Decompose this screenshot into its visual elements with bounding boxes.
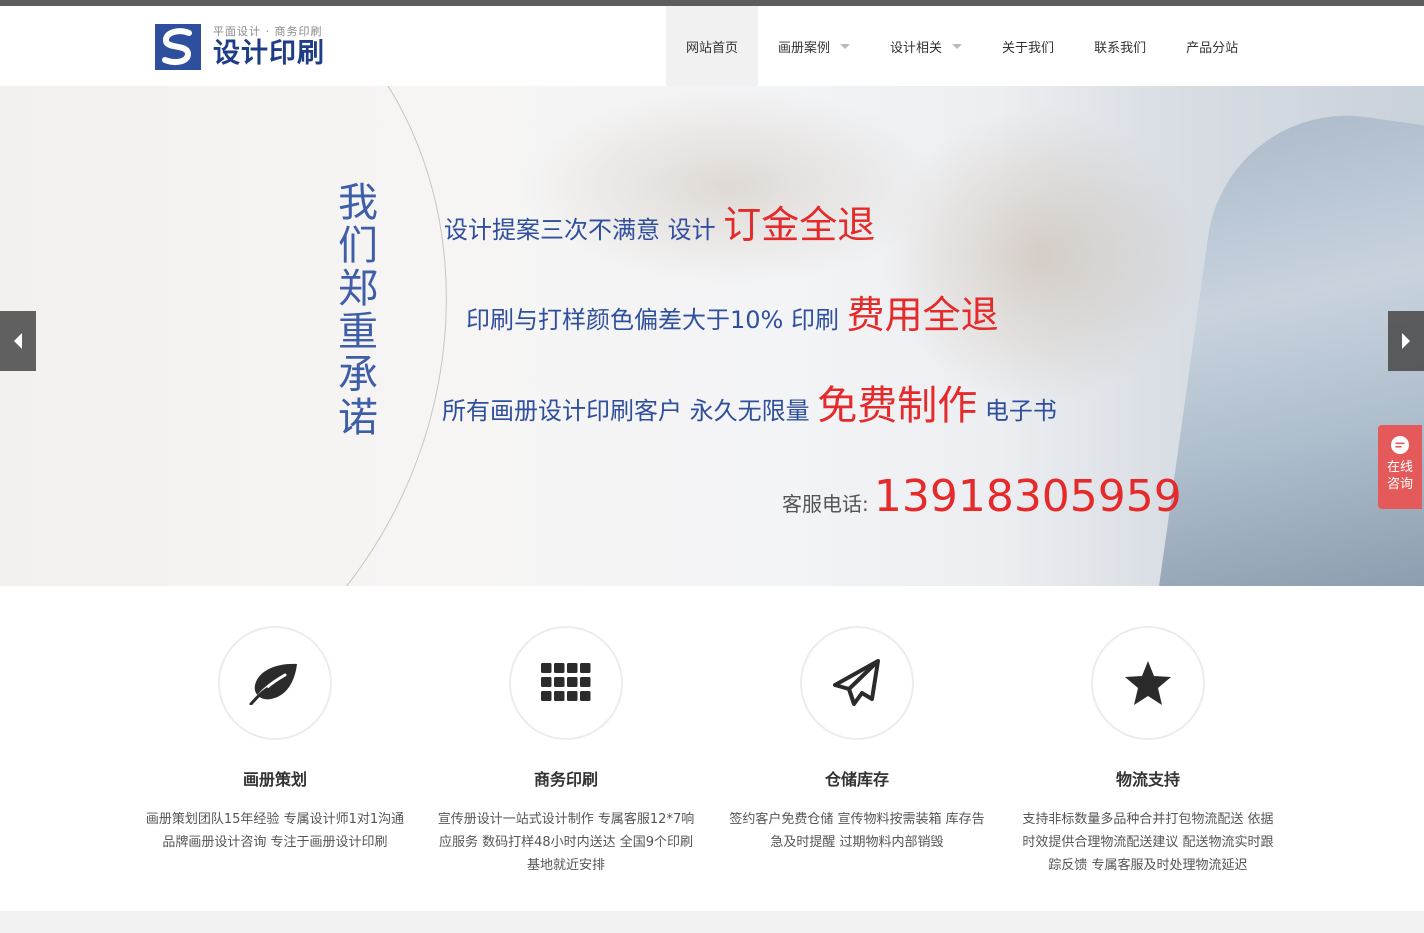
feature-title: 画册策划 (242, 770, 307, 789)
footer-strip (0, 911, 1424, 933)
promise-line-1: 设计提案三次不满意 设计 订金全退 (444, 194, 875, 249)
promise-highlight: 订金全退 (723, 203, 876, 247)
nav-item-contact[interactable]: 联系我们 (1074, 6, 1166, 86)
banner-prev-button[interactable] (0, 311, 36, 371)
banner-vertical-title: 我们郑重承诺 (338, 180, 378, 441)
nav-item-label: 联系我们 (1094, 40, 1147, 56)
chat-bubble-icon (1391, 436, 1409, 454)
grid-icon (541, 663, 591, 701)
banner-background-blur (880, 106, 1200, 406)
feature-icon-circle[interactable] (1091, 626, 1205, 740)
features-section: 画册策划 画册策划团队15年经验 专属设计师1对1沟通 品牌画册设计咨询 专注于… (0, 586, 1424, 911)
feature-card: 物流支持 支持非标数量多品种合并打包物流配送 依据时效提供合理物流配送建议 配送… (1013, 626, 1283, 877)
hotline-number[interactable]: 13918305959 (874, 471, 1182, 522)
paper-plane-icon (833, 659, 880, 706)
feature-description: 宣传册设计一站式设计制作 专属客服12*7响应服务 数码打样48小时内送达 全国… (437, 812, 695, 873)
feature-card: 仓储库存 签约客户免费仓储 宣传物料按需装箱 库存告急及时提醒 过期物料内部销毁 (722, 626, 992, 854)
hero-banner: 我们郑重承诺 设计提案三次不满意 设计 订金全退 印刷与打样颜色偏差大于10% … (0, 86, 1424, 586)
feature-title: 仓储库存 (824, 770, 889, 789)
feature-icon-circle[interactable] (509, 626, 623, 740)
feature-title: 物流支持 (1115, 770, 1180, 789)
logo-mark-icon (155, 24, 201, 70)
promise-highlight: 免费制作 (817, 383, 978, 429)
nav-item-label: 网站首页 (686, 40, 739, 56)
online-consult-button[interactable]: 在线咨询 (1378, 425, 1422, 509)
feature-icon-circle[interactable] (218, 626, 332, 740)
feature-card: 商务印刷 宣传册设计一站式设计制作 专属客服12*7响应服务 数码打样48小时内… (431, 626, 701, 877)
chevron-down-icon (952, 43, 963, 49)
promise-line-3: 所有画册设计印刷客户 永久无限量 免费制作 电子书 (442, 373, 1057, 431)
banner-next-button[interactable] (1388, 311, 1424, 371)
chevron-right-icon (1402, 333, 1410, 349)
logo-subtitle: 平面设计 · 商务印刷 (213, 24, 323, 38)
promise-text: 设计提案三次不满意 设计 (444, 216, 724, 244)
nav-item-branches[interactable]: 产品分站 (1166, 6, 1258, 86)
online-consult-label: 在线咨询 (1386, 460, 1413, 492)
nav-item-design[interactable]: 设计相关 (870, 6, 982, 86)
nav-item-about[interactable]: 关于我们 (982, 6, 1074, 86)
site-logo[interactable]: 平面设计 · 商务印刷 设计印刷 (155, 24, 325, 70)
feature-description: 支持非标数量多品种合并打包物流配送 依据时效提供合理物流配送建议 配送物流实时跟… (1022, 812, 1274, 873)
star-icon (1125, 661, 1171, 705)
main-nav: 网站首页 画册案例 设计相关 关于我们 联系我们 产品分站 (666, 6, 1258, 86)
banner-person-image (1155, 97, 1424, 586)
nav-item-label: 设计相关 (890, 40, 943, 56)
nav-item-label: 画册案例 (778, 40, 831, 56)
promise-suffix: 电子书 (977, 397, 1057, 425)
site-header: 平面设计 · 商务印刷 设计印刷 网站首页 画册案例 设计相关 关于我们 联系我… (0, 6, 1424, 86)
chevron-left-icon (14, 333, 22, 349)
nav-item-label: 关于我们 (1002, 40, 1055, 56)
feature-description: 画册策划团队15年经验 专属设计师1对1沟通 品牌画册设计咨询 专注于画册设计印… (145, 812, 405, 850)
feature-icon-circle[interactable] (800, 626, 914, 740)
hotline: 客服电话: 13918305959 (782, 471, 1182, 522)
feature-card: 画册策划 画册策划团队15年经验 专属设计师1对1沟通 品牌画册设计咨询 专注于… (140, 626, 410, 854)
promise-text: 印刷与打样颜色偏差大于10% 印刷 (466, 306, 847, 334)
promise-text: 所有画册设计印刷客户 永久无限量 (442, 397, 818, 425)
chevron-down-icon (840, 43, 851, 49)
logo-title: 设计印刷 (213, 37, 325, 69)
promise-highlight: 费用全退 (846, 293, 999, 337)
nav-item-label: 产品分站 (1186, 40, 1239, 56)
promise-line-2: 印刷与打样颜色偏差大于10% 印刷 费用全退 (466, 284, 999, 339)
banner-background-blur (520, 86, 940, 286)
feature-description: 签约客户免费仓储 宣传物料按需装箱 库存告急及时提醒 过期物料内部销毁 (729, 812, 985, 850)
nav-item-cases[interactable]: 画册案例 (758, 6, 870, 86)
feature-title: 商务印刷 (533, 770, 598, 789)
hotline-label: 客服电话: (782, 492, 869, 516)
nav-item-home[interactable]: 网站首页 (666, 6, 759, 86)
leaf-icon (249, 663, 297, 705)
